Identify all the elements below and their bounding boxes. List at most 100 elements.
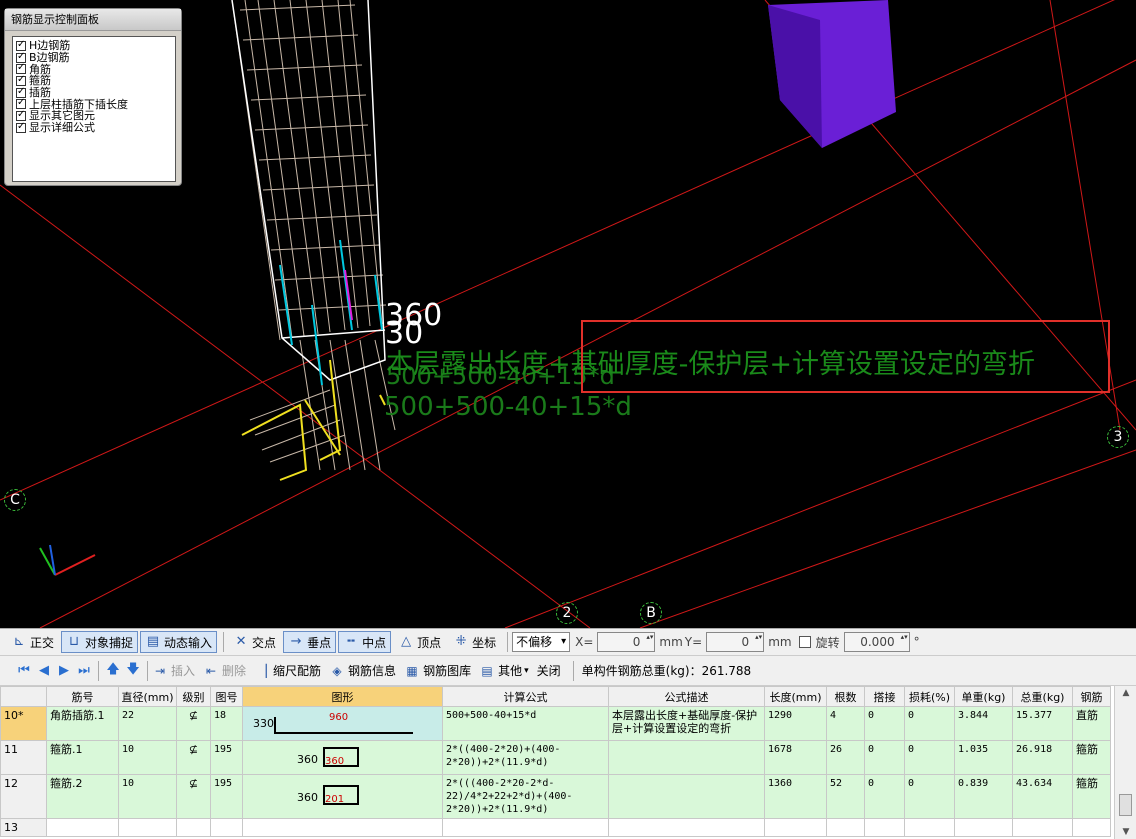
header-col[interactable]: 公式描述	[608, 686, 765, 707]
panel-item-b-rebar[interactable]: B边钢筋	[16, 51, 172, 64]
cell-lap[interactable]: 0	[864, 774, 905, 819]
scale-rebar-button[interactable]: ▕ 缩尺配筋	[254, 662, 321, 679]
insert-button[interactable]: ⇥ 插入	[152, 662, 195, 679]
x-input[interactable]: 0	[597, 632, 656, 652]
checkbox[interactable]	[16, 62, 26, 75]
header-col[interactable]: 计算公式	[442, 686, 609, 707]
header-col[interactable]: 图号	[210, 686, 243, 707]
checkbox[interactable]	[16, 74, 26, 86]
last-record-icon[interactable]: ⏭	[74, 663, 94, 678]
cell-lap[interactable]: 0	[864, 706, 905, 741]
cell-count[interactable]: 26	[826, 740, 865, 775]
table-row[interactable]: 13	[0, 818, 1111, 837]
move-down-icon[interactable]: 🡇	[123, 660, 143, 682]
cell-length[interactable]: 1678	[764, 740, 827, 775]
vertical-scrollbar[interactable]: ▲ ▼	[1114, 686, 1136, 839]
cell-description[interactable]	[608, 740, 765, 775]
header-col[interactable]: 长度(mm)	[764, 686, 827, 707]
cell-formula[interactable]: 2*((400-2*20)+(400-2*20))+2*(11.9*d)	[442, 740, 609, 775]
cell-loss[interactable]: 0	[904, 706, 955, 741]
row-number[interactable]: 11	[0, 740, 47, 775]
cell-empty[interactable]	[442, 818, 609, 837]
checkbox[interactable]	[16, 86, 26, 98]
cell-count[interactable]: 4	[826, 706, 865, 741]
rebar-info-button[interactable]: ◈ 钢筋信息	[329, 662, 396, 679]
dynamic-input-button[interactable]: ▤ 动态输入	[140, 631, 218, 653]
cell-description[interactable]: 本层露出长度+基础厚度-保护层+计算设置设定的弯折	[608, 706, 765, 741]
checkbox[interactable]	[16, 51, 26, 63]
cell-rebar-type[interactable]: 直筋	[1072, 706, 1111, 741]
vertex-snap-button[interactable]: △ 顶点	[393, 631, 446, 653]
cell-rebar-type[interactable]: 箍筋	[1072, 774, 1111, 819]
next-record-icon[interactable]: ▶	[54, 663, 74, 678]
coordinate-snap-button[interactable]: ⁜ 坐标	[448, 631, 501, 653]
rotate-checkbox[interactable]	[798, 636, 811, 648]
table-row[interactable]: 11 箍筋.1 10 ⊈ 195 360 360 2*((400-2*20)+(…	[0, 740, 1111, 775]
cell-shape[interactable]: 330 960	[242, 706, 443, 741]
close-button[interactable]: 关闭	[537, 662, 561, 679]
table-row[interactable]: 10* 角筋插筋.1 22 ⊈ 18 330 960 500+500-40+15…	[0, 706, 1111, 741]
cell-unit-weight[interactable]: 3.844	[954, 706, 1013, 741]
table-row[interactable]: 12 箍筋.2 10 ⊈ 195 360 201 2*(((400-2*20-2…	[0, 774, 1111, 819]
cell-description[interactable]	[608, 774, 765, 819]
panel-item-show-formula[interactable]: 显示详细公式	[16, 121, 172, 134]
row-number[interactable]: 10*	[0, 706, 47, 741]
cell-empty[interactable]	[210, 818, 243, 837]
cell-grade[interactable]: ⊈	[176, 706, 211, 741]
header-col[interactable]: 单重(kg)	[954, 686, 1013, 707]
cell-shape[interactable]: 360 201	[242, 774, 443, 819]
cell-length[interactable]: 1290	[764, 706, 827, 741]
cell-empty[interactable]	[954, 818, 1013, 837]
header-col[interactable]: 总重(kg)	[1012, 686, 1073, 707]
object-snap-button[interactable]: ⊔ 对象捕捉	[61, 631, 139, 653]
cell-total-weight[interactable]: 15.377	[1012, 706, 1073, 741]
move-up-icon[interactable]: 🡅	[103, 660, 123, 682]
perpendicular-snap-button[interactable]: → 垂点	[283, 631, 337, 653]
panel-item-h-rebar[interactable]: H边钢筋	[16, 39, 172, 52]
cell-empty[interactable]	[118, 818, 177, 837]
cell-empty[interactable]	[864, 818, 905, 837]
rebar-table[interactable]: 筋号 直径(mm) 级别 图号 图形 计算公式 公式描述 长度(mm) 根数 搭…	[0, 686, 1136, 839]
cell-diameter[interactable]: 22	[118, 706, 177, 741]
rebar-library-button[interactable]: ▦ 钢筋图库	[404, 662, 471, 679]
header-col[interactable]: 级别	[176, 686, 211, 707]
header-col[interactable]: 筋号	[46, 686, 119, 707]
offset-mode-select[interactable]: 不偏移	[512, 632, 571, 652]
header-col[interactable]: 图形	[242, 686, 443, 707]
rebar-display-panel[interactable]: 钢筋显示控制面板 H边钢筋 B边钢筋 角筋 箍筋 插筋 上层柱插筋下插长度 显示…	[4, 8, 182, 186]
cell-grade[interactable]: ⊈	[176, 774, 211, 819]
cell-unit-weight[interactable]: 1.035	[954, 740, 1013, 775]
cell-empty[interactable]	[176, 818, 211, 837]
panel-item-stirrup[interactable]: 箍筋	[16, 74, 172, 87]
cell-figure-no[interactable]: 18	[210, 706, 243, 741]
cell-empty[interactable]	[46, 818, 119, 837]
first-record-icon[interactable]: ⏮	[14, 663, 34, 678]
cell-unit-weight[interactable]: 0.839	[954, 774, 1013, 819]
delete-button[interactable]: ⇤ 删除	[203, 662, 246, 679]
rotate-input[interactable]: 0.000	[843, 632, 910, 652]
cell-loss[interactable]: 0	[904, 740, 955, 775]
ortho-button[interactable]: ⊾ 正交	[6, 631, 59, 653]
cell-rebar-type[interactable]: 箍筋	[1072, 740, 1111, 775]
cell-shape[interactable]: 360 360	[242, 740, 443, 775]
header-col[interactable]: 钢筋	[1072, 686, 1111, 707]
cell-empty[interactable]	[904, 818, 955, 837]
cell-empty[interactable]	[1012, 818, 1073, 837]
cell-figure-no[interactable]: 195	[210, 740, 243, 775]
cell-empty[interactable]	[608, 818, 765, 837]
header-col[interactable]: 直径(mm)	[118, 686, 177, 707]
scroll-up-icon[interactable]: ▲	[1115, 688, 1136, 698]
cell-grade[interactable]: ⊈	[176, 740, 211, 775]
cell-formula[interactable]: 500+500-40+15*d	[442, 706, 609, 741]
other-menu-button[interactable]: ▤ 其他 ▾	[479, 662, 528, 679]
checkbox[interactable]	[16, 39, 26, 51]
3d-viewport[interactable]: 钢筋显示控制面板 H边钢筋 B边钢筋 角筋 箍筋 插筋 上层柱插筋下插长度 显示…	[0, 0, 1136, 628]
cell-formula[interactable]: 2*(((400-2*20-2*d-22)/4*2+22+2*d)+(400-2…	[442, 774, 609, 819]
cell-name[interactable]: 箍筋.2	[46, 774, 119, 819]
header-col[interactable]: 搭接	[864, 686, 905, 707]
header-col[interactable]: 根数	[826, 686, 865, 707]
cell-total-weight[interactable]: 26.918	[1012, 740, 1073, 775]
cell-total-weight[interactable]: 43.634	[1012, 774, 1073, 819]
cell-count[interactable]: 52	[826, 774, 865, 819]
header-col[interactable]: 损耗(%)	[904, 686, 955, 707]
